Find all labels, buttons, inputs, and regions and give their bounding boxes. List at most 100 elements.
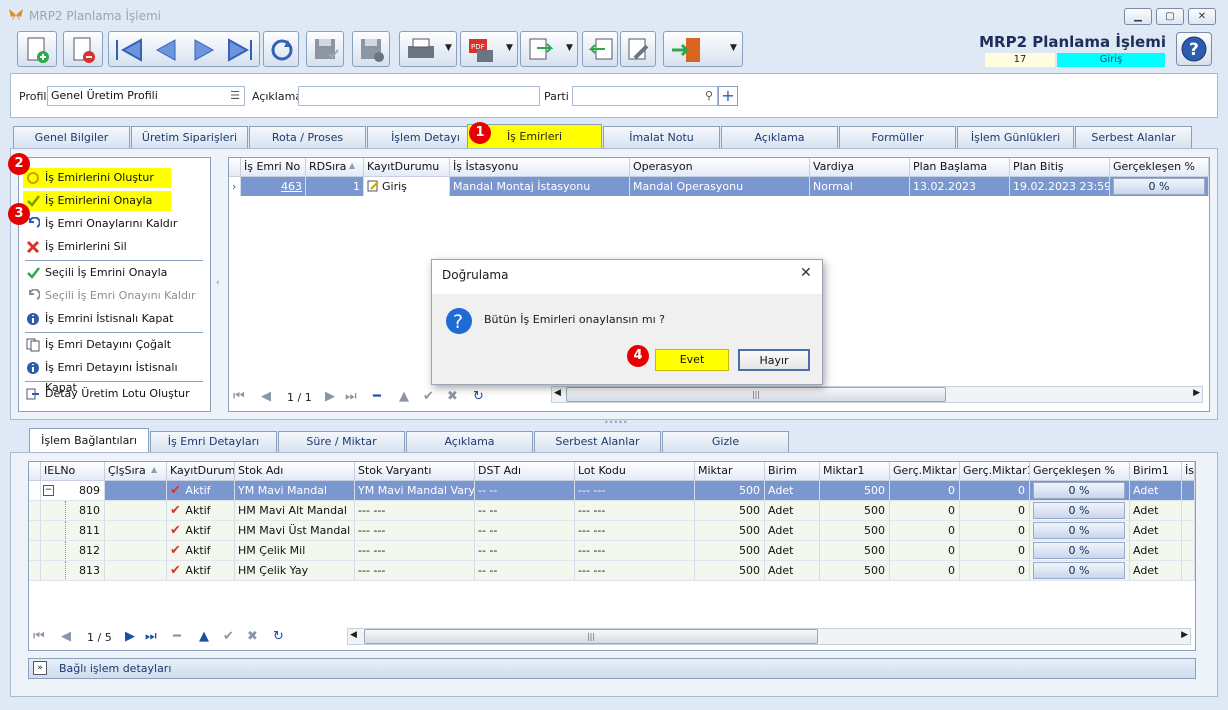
col-ist[interactable]: İst <box>1182 462 1195 481</box>
col-is-istasyonu[interactable]: İş İstasyonu <box>450 158 630 177</box>
refresh-button[interactable] <box>263 31 299 67</box>
close-window-button[interactable]: ✕ <box>1188 8 1216 25</box>
col-vardiya[interactable]: Vardiya <box>810 158 910 177</box>
action-delete-work-orders[interactable]: İş Emirlerini Sil <box>23 237 208 257</box>
tools-button[interactable] <box>620 31 656 67</box>
tab-imalat-notu[interactable]: İmalat Notu <box>603 126 720 148</box>
next-page-icon[interactable]: ▶ <box>125 629 135 644</box>
tab-genel-bilgiler[interactable]: Genel Bilgiler <box>13 126 130 148</box>
prev-page-icon[interactable]: ◀ <box>261 389 271 404</box>
no-button[interactable]: Hayır <box>738 349 810 371</box>
save-button[interactable] <box>306 31 344 67</box>
tree-line[interactable] <box>65 501 76 520</box>
action-close-with-exception[interactable]: İş Emrini İstisnalı Kapat <box>23 309 208 329</box>
scroll-thumb[interactable]: ||| <box>364 629 818 644</box>
expand-icon[interactable]: » <box>33 661 47 675</box>
linked-details-bar[interactable]: » Bağlı işlem detayları <box>28 658 1196 679</box>
action-duplicate-detail[interactable]: İş Emri Detayını Çoğalt <box>23 335 208 355</box>
help-button[interactable]: ? <box>1176 32 1212 66</box>
action-create-work-orders[interactable]: İş Emirlerini Oluştur <box>23 168 171 188</box>
col-plan-baslama[interactable]: Plan Başlama <box>910 158 1010 177</box>
import-button[interactable] <box>582 31 618 67</box>
exit-button[interactable]: ▼ <box>663 31 743 67</box>
confirm-icon[interactable]: ✔ <box>223 629 234 644</box>
col-birim1[interactable]: Birim1 <box>1130 462 1182 481</box>
cancel-save-button[interactable] <box>352 31 390 67</box>
remove-row-icon[interactable]: ━ <box>373 389 381 404</box>
dialog-close-button[interactable]: ✕ <box>800 265 812 281</box>
up-icon[interactable]: ▲ <box>199 629 209 644</box>
tree-line[interactable] <box>65 541 76 560</box>
col-plan-bitis[interactable]: Plan Bitiş <box>1010 158 1110 177</box>
confirm-icon[interactable]: ✔ <box>423 389 434 404</box>
table-row[interactable]: › 463 1 Giriş Mandal Montaj İstasyonu Ma… <box>229 177 1209 196</box>
col-dst-adi[interactable]: DST Adı <box>475 462 575 481</box>
prev-page-icon[interactable]: ◀ <box>61 629 71 644</box>
first-page-icon[interactable]: ⏮ <box>233 389 245 404</box>
refresh-grid-icon[interactable]: ↻ <box>473 389 484 404</box>
col-detail-kayit-durumu[interactable]: KayıtDurumu <box>167 462 235 481</box>
profile-select[interactable]: Genel Üretim Profili ☰ <box>47 86 245 106</box>
col-miktar[interactable]: Miktar <box>695 462 765 481</box>
col-rdsira[interactable]: RDSıra <box>306 158 364 177</box>
delete-record-button[interactable] <box>63 31 103 67</box>
cancel-icon[interactable]: ✖ <box>447 389 458 404</box>
col-stok-varyanti[interactable]: Stok Varyantı <box>355 462 475 481</box>
col-birim[interactable]: Birim <box>765 462 820 481</box>
col-operasyon[interactable]: Operasyon <box>630 158 810 177</box>
col-detail-gerceklesen[interactable]: Gerçekleşen % <box>1030 462 1130 481</box>
horizontal-scrollbar[interactable]: ◀ ||| ▶ <box>551 386 1203 403</box>
yes-button[interactable]: Evet <box>655 349 729 371</box>
party-input[interactable]: ⚲ <box>572 86 718 106</box>
refresh-grid-icon[interactable]: ↻ <box>273 629 284 644</box>
table-row[interactable]: 812 ✔ Aktif HM Çelik Mil --- --- -- -- --- --… <box>29 541 1195 561</box>
col-gerc-miktar1[interactable]: Gerç.Miktar1 <box>960 462 1030 481</box>
scroll-right-icon[interactable]: ▶ <box>1181 630 1188 640</box>
action-approve-selected[interactable]: Seçili İş Emrini Onayla <box>23 263 208 283</box>
col-is-emri-no[interactable]: İş Emri No <box>241 158 306 177</box>
col-gerc-miktar[interactable]: Gerç.Miktar <box>890 462 960 481</box>
col-kayit-durumu[interactable]: KayıtDurumu <box>364 158 450 177</box>
scroll-left-icon[interactable]: ◀ <box>554 388 561 398</box>
tab-bottom-serbest-alanlar[interactable]: Serbest Alanlar <box>534 431 661 452</box>
action-remove-approvals[interactable]: İş Emri Onaylarını Kaldır <box>23 214 208 234</box>
table-row[interactable]: 813 ✔ Aktif HM Çelik Yay --- --- -- -- --- --… <box>29 561 1195 581</box>
cancel-icon[interactable]: ✖ <box>247 629 258 644</box>
minimize-button[interactable]: ▁ <box>1124 8 1152 25</box>
col-clssira[interactable]: ÇlşSıra <box>105 462 167 481</box>
col-stok-adi[interactable]: Stok Adı <box>235 462 355 481</box>
next-page-icon[interactable]: ▶ <box>325 389 335 404</box>
tree-line[interactable] <box>65 561 76 580</box>
collapse-left-icon[interactable]: ‹ <box>216 278 220 288</box>
tab-aciklama[interactable]: Açıklama <box>721 126 838 148</box>
tab-rota-proses[interactable]: Rota / Proses <box>249 126 366 148</box>
tab-is-emri-detaylari[interactable]: İş Emri Detayları <box>150 431 277 452</box>
tab-serbest-alanlar[interactable]: Serbest Alanlar <box>1075 126 1192 148</box>
scroll-left-icon[interactable]: ◀ <box>350 630 357 640</box>
col-lot-kodu[interactable]: Lot Kodu <box>575 462 695 481</box>
tree-line[interactable] <box>65 521 76 540</box>
scroll-thumb[interactable]: ||| <box>566 387 946 402</box>
col-gerceklesen[interactable]: Gerçekleşen % <box>1110 158 1209 177</box>
table-row[interactable]: −809 ✔ Aktif YM Mavi Mandal YM Mavi Mandal … <box>29 481 1195 501</box>
up-icon[interactable]: ▲ <box>399 389 409 404</box>
col-ielno[interactable]: IELNo <box>41 462 105 481</box>
tab-sure-miktar[interactable]: Süre / Miktar <box>278 431 405 452</box>
pdf-export-button[interactable]: PDF ▼ <box>460 31 518 67</box>
print-button[interactable]: ▼ <box>399 31 457 67</box>
scroll-right-icon[interactable]: ▶ <box>1193 388 1200 398</box>
tab-gizle[interactable]: Gizle <box>662 431 789 452</box>
col-miktar1[interactable]: Miktar1 <box>820 462 890 481</box>
new-record-button[interactable] <box>17 31 57 67</box>
last-page-icon[interactable]: ⏭ <box>345 389 357 404</box>
add-party-button[interactable]: + <box>718 86 738 106</box>
first-page-icon[interactable]: ⏮ <box>33 629 45 644</box>
detail-horizontal-scrollbar[interactable]: ◀ ||| ▶ <box>347 628 1191 645</box>
tab-bottom-aciklama[interactable]: Açıklama <box>406 431 533 452</box>
maximize-button[interactable]: ▢ <box>1156 8 1184 25</box>
table-row[interactable]: 811 ✔ Aktif HM Mavi Üst Mandal --- --- -- --… <box>29 521 1195 541</box>
action-close-detail-with-exception[interactable]: İş Emri Detayını İstisnalı Kapat <box>23 358 208 394</box>
tab-islem-baglantilari[interactable]: İşlem Bağlantıları <box>29 428 149 453</box>
action-create-production-lot[interactable]: Detay Üretim Lotu Oluştur <box>23 384 208 404</box>
tab-islem-gunlukleri[interactable]: İşlem Günlükleri <box>957 126 1074 148</box>
